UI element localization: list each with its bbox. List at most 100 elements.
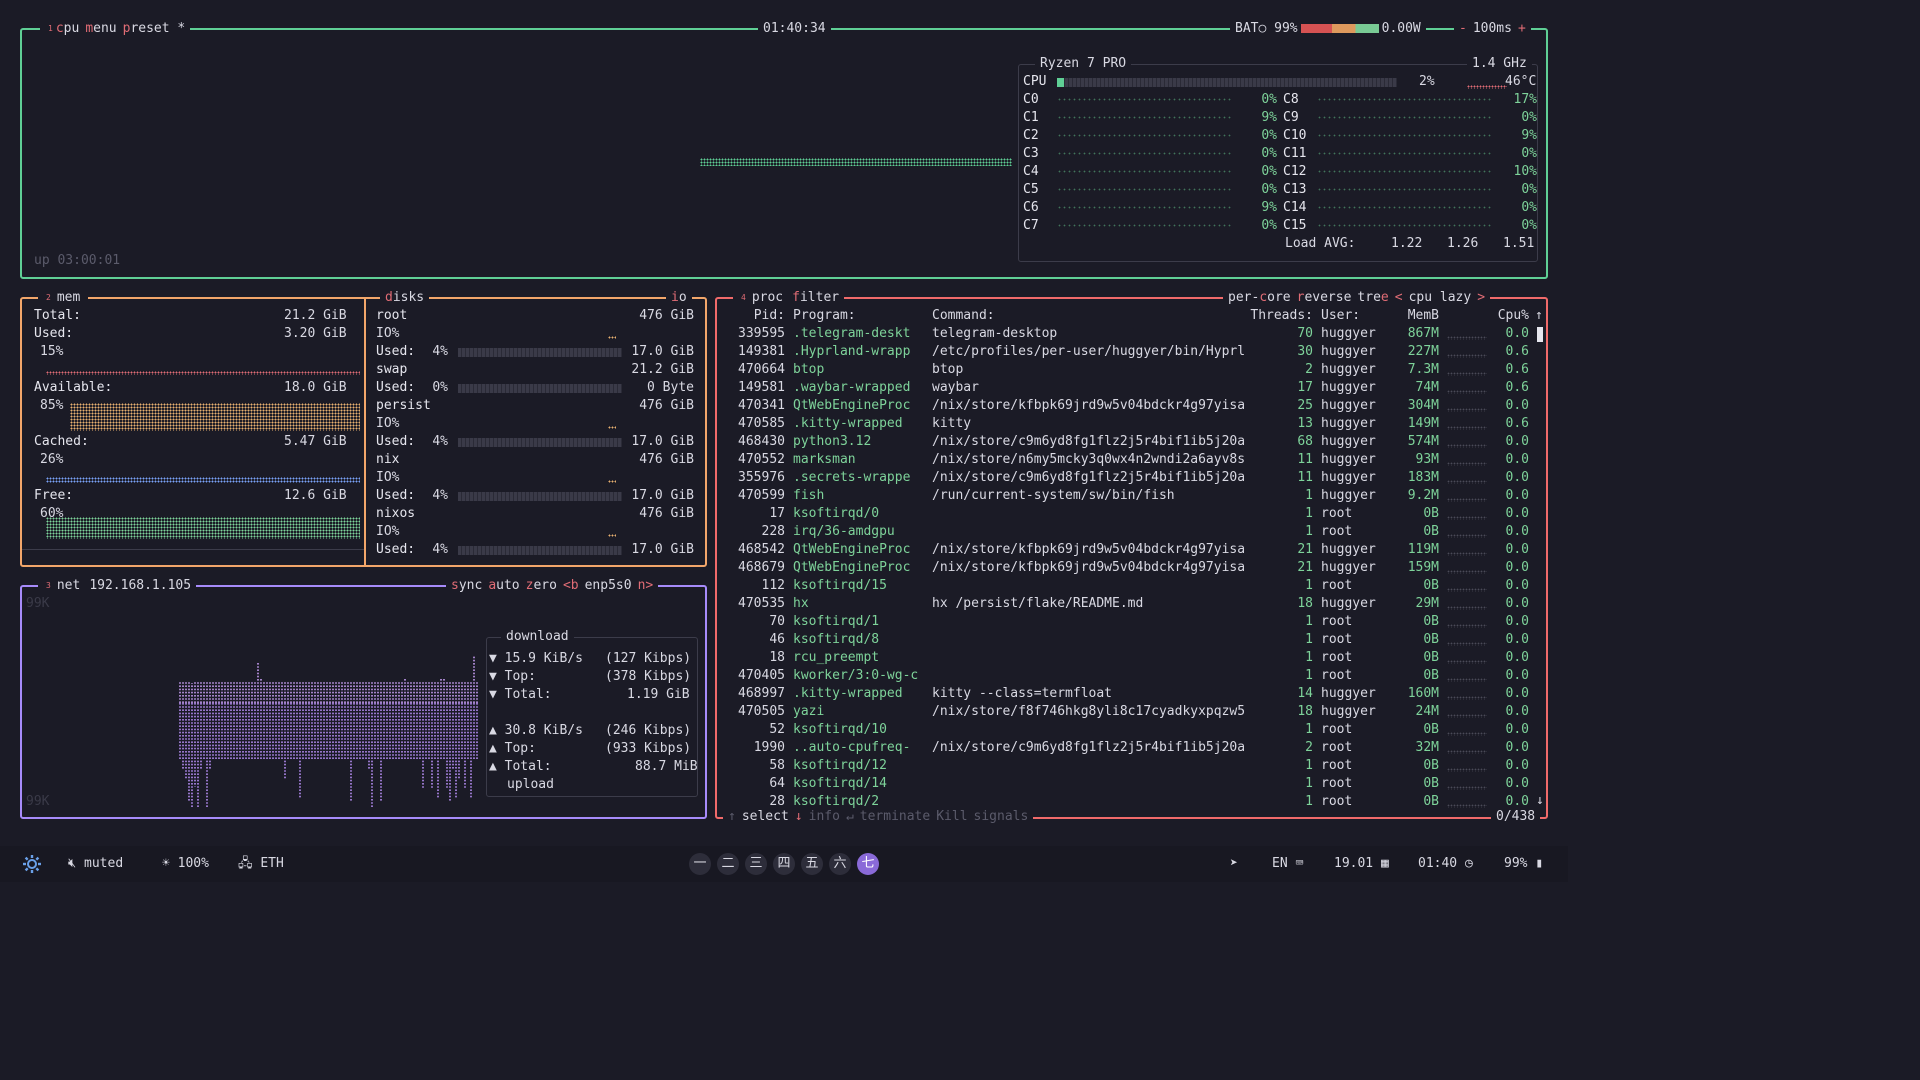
process-mem: 0B: [1423, 578, 1439, 593]
process-row[interactable]: 470405 kworker/3:0-wg-c 1 root 0B 0.0: [717, 667, 1546, 685]
io-toggle[interactable]: io: [666, 290, 692, 306]
process-cpu-graph: [1447, 552, 1487, 556]
workspace-button[interactable]: 六: [829, 853, 851, 875]
disks-title[interactable]: disks: [380, 290, 430, 306]
mem-used-pct: 15%: [40, 344, 64, 359]
tree-toggle[interactable]: tree: [1354, 290, 1391, 306]
process-cpu-graph: [1447, 624, 1487, 628]
select-up-icon[interactable]: ↑: [725, 809, 739, 825]
workspace-button[interactable]: 三: [745, 853, 767, 875]
proc-scrollbar[interactable]: [1537, 327, 1543, 342]
process-threads: 11: [1297, 470, 1313, 485]
net-interface: enp5s0: [584, 578, 632, 593]
reverse-toggle[interactable]: reverse: [1294, 290, 1355, 306]
date-widget[interactable]: 19.01 ▦: [1334, 846, 1389, 882]
process-user: huggyer: [1321, 434, 1376, 449]
col-threads[interactable]: Threads:: [1225, 307, 1313, 325]
battery-widget[interactable]: 99% ▮: [1504, 846, 1543, 882]
brightness-level: 100%: [177, 856, 209, 871]
zero-toggle[interactable]: zero: [523, 578, 560, 594]
per-core-toggle[interactable]: per-core: [1225, 290, 1294, 306]
proc-tab[interactable]: 4 proc: [735, 290, 789, 306]
volume-widget[interactable]: 🔇︎ muted: [68, 846, 123, 882]
settings-button[interactable]: [22, 846, 42, 882]
cpu-tab[interactable]: 1 cpu: [42, 21, 82, 37]
process-row[interactable]: 17 ksoftirqd/0 1 root 0B 0.0: [717, 505, 1546, 523]
mem-title[interactable]: 2 mem: [38, 290, 89, 306]
col-user[interactable]: User:: [1321, 307, 1360, 325]
col-program[interactable]: Program:: [793, 307, 856, 325]
process-program: ksoftirqd/15: [793, 578, 887, 593]
process-row[interactable]: 70 ksoftirqd/1 1 root 0B 0.0: [717, 613, 1546, 631]
proc-title: 4 proc filter: [733, 290, 845, 306]
keyboard-layout[interactable]: EN ⌨: [1272, 846, 1303, 882]
process-row[interactable]: 470664 btop btop 2 huggyer 7.3M 0.6: [717, 361, 1546, 379]
clock-widget[interactable]: 01:40 ◷: [1418, 846, 1473, 882]
process-row[interactable]: 470585 .kitty-wrapped kitty 13 huggyer 149M 0.…: [717, 415, 1546, 433]
process-pid: 46: [769, 632, 785, 647]
process-row[interactable]: 1990 ..auto-cpufreq- /nix/store/c9m6yd8fg1…: [717, 739, 1546, 757]
interval-increase-button[interactable]: +: [1515, 21, 1529, 37]
process-pid: 468679: [738, 560, 785, 575]
terminate-button[interactable]: terminate: [857, 809, 933, 825]
iface-next-button[interactable]: n>: [635, 578, 657, 594]
process-row[interactable]: 339595 .telegram-deskt telegram-desktop 70 h…: [717, 325, 1546, 343]
process-row[interactable]: 112 ksoftirqd/15 1 root 0B 0.0: [717, 577, 1546, 595]
col-cpu[interactable]: Cpu%: [1489, 307, 1529, 325]
process-cpu-graph: [1447, 732, 1487, 736]
telegram-tray-icon[interactable]: ➤: [1230, 846, 1238, 882]
core-pct: 9%: [1261, 200, 1277, 215]
process-row[interactable]: 470535 hx hx /persist/flake/README.md 18 hug…: [717, 595, 1546, 613]
col-pid[interactable]: Pid:: [725, 307, 785, 325]
workspace-button[interactable]: 一: [689, 853, 711, 875]
process-row[interactable]: 149381 .Hyprland-wrapp/etc/profiles/per-u…: [717, 343, 1546, 361]
iface-prev-button[interactable]: <b: [560, 578, 582, 594]
process-command: /run/current-system/sw/bin/fish: [932, 488, 1175, 503]
process-row[interactable]: 228 irq/36-amdgpu 1 root 0B 0.0: [717, 523, 1546, 541]
preset-button[interactable]: preset *: [120, 21, 189, 37]
process-row[interactable]: 468679 QtWebEngineProc/nix/store/kfbpk69j…: [717, 559, 1546, 577]
process-row[interactable]: 468430 python3.12/nix/store/c9m6yd8fg1flz…: [717, 433, 1546, 451]
process-row[interactable]: 18 rcu_preempt 1 root 0B 0.0: [717, 649, 1546, 667]
workspace-button[interactable]: 四: [773, 853, 795, 875]
process-row[interactable]: 468997 .kitty-wrapped kitty --class=termfl…: [717, 685, 1546, 703]
process-row[interactable]: 470552 marksman/nix/store/n6my5mcky3q0wx4…: [717, 451, 1546, 469]
time: 01:40: [1418, 856, 1458, 871]
network-widget[interactable]: 🖧︎ ETH: [238, 846, 284, 882]
process-row[interactable]: 52 ksoftirqd/10 1 root 0B 0.0: [717, 721, 1546, 739]
process-row[interactable]: 64 ksoftirqd/14 1 root 0B 0.0: [717, 775, 1546, 793]
disk-used-pct: 4%: [432, 434, 448, 449]
process-row[interactable]: 46 ksoftirqd/8 1 root 0B 0.0: [717, 631, 1546, 649]
menu-button[interactable]: menu: [82, 21, 119, 37]
process-row[interactable]: 468542 QtWebEngineProc/nix/store/kfbpk69j…: [717, 541, 1546, 559]
process-row[interactable]: 355976 .secrets-wrappe/nix/store/c9m6yd8f…: [717, 469, 1546, 487]
select-down-icon[interactable]: ↓: [792, 809, 806, 825]
process-row[interactable]: 470599 fish/run/current-system/sw/bin/fis…: [717, 487, 1546, 505]
col-command[interactable]: Command:: [932, 307, 995, 325]
filter-button[interactable]: filter: [789, 290, 842, 306]
interval-decrease-button[interactable]: -: [1456, 21, 1470, 37]
disk-used: 17.0 GiB: [631, 434, 694, 449]
net-tab[interactable]: 3 net: [40, 578, 86, 594]
mem-cached-graph: [46, 477, 360, 483]
workspace-button[interactable]: 七: [857, 853, 879, 875]
auto-toggle[interactable]: auto: [485, 578, 522, 594]
core-pct: 10%: [1513, 164, 1537, 179]
workspace-button[interactable]: 二: [717, 853, 739, 875]
process-row[interactable]: 58 ksoftirqd/12 1 root 0B 0.0: [717, 757, 1546, 775]
sync-toggle[interactable]: sync: [448, 578, 485, 594]
signals-button[interactable]: signals: [971, 809, 1032, 825]
sort-next-button[interactable]: >: [1474, 290, 1488, 306]
kill-button[interactable]: Kill: [933, 809, 970, 825]
info-button[interactable]: info: [806, 809, 843, 825]
process-row[interactable]: 470505 yazi/nix/store/f8f746hkg8yli8c17cy…: [717, 703, 1546, 721]
col-mem[interactable]: MemB: [1397, 307, 1439, 325]
process-program: python3.12: [793, 434, 872, 449]
process-row[interactable]: 149581 .waybar-wrapped waybar 17 huggyer 74M 0…: [717, 379, 1546, 397]
brightness-widget[interactable]: ☀ 100%: [162, 846, 209, 882]
process-row[interactable]: 470341 QtWebEngineProc/nix/store/kfbpk69j…: [717, 397, 1546, 415]
workspace-button[interactable]: 五: [801, 853, 823, 875]
disk-used-bar: [458, 348, 622, 357]
process-cpu-graph: [1447, 462, 1487, 466]
sort-prev-button[interactable]: <: [1392, 290, 1406, 306]
